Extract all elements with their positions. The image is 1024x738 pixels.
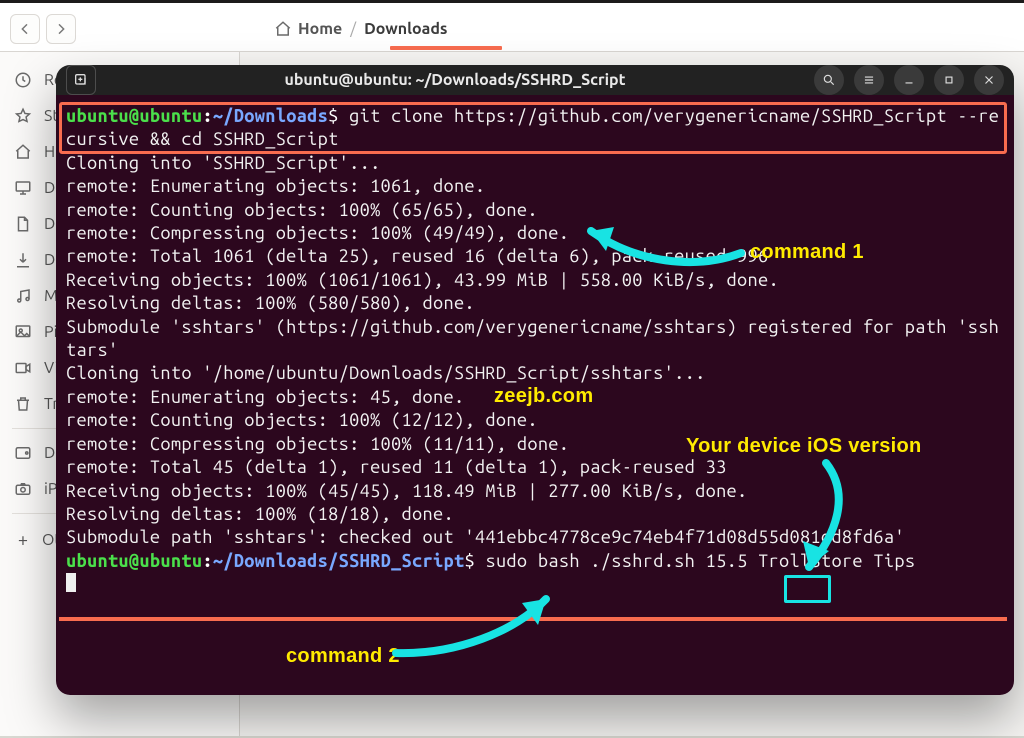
search-icon xyxy=(822,73,836,87)
terminal-output-line: remote: Enumerating objects: 1061, done. xyxy=(66,176,485,196)
terminal-window: ubuntu@ubuntu: ~/Downloads/SSHRD_Script … xyxy=(56,65,1014,695)
maximize-button[interactable] xyxy=(934,65,964,95)
terminal-output-line: remote: Enumerating objects: 45, done. xyxy=(66,387,464,407)
terminal-cursor xyxy=(66,573,76,592)
annotation-label-command2: command 2 xyxy=(286,645,400,668)
search-button[interactable] xyxy=(814,65,844,95)
minimize-button[interactable] xyxy=(894,65,924,95)
annotation-label-command1: command 1 xyxy=(750,241,864,264)
terminal-output-line: remote: Compressing objects: 100% (11/11… xyxy=(66,434,569,454)
terminal-output-line: remote: Total 45 (delta 1), reused 11 (d… xyxy=(66,457,727,477)
breadcrumb-separator: / xyxy=(350,20,356,38)
video-icon xyxy=(14,359,32,377)
new-tab-button[interactable] xyxy=(66,65,96,95)
annotation-arrow-1 xyxy=(556,215,756,285)
terminal-title: ubuntu@ubuntu: ~/Downloads/SSHRD_Script xyxy=(106,71,804,89)
annotation-arrow-2 xyxy=(771,455,901,585)
camera-icon xyxy=(14,480,32,498)
terminal-output-line: remote: Counting objects: 100% (12/12), … xyxy=(66,410,538,430)
breadcrumb-home[interactable]: Home xyxy=(274,20,342,38)
file-icon xyxy=(14,215,32,233)
close-icon xyxy=(982,73,996,87)
trash-icon xyxy=(14,395,32,413)
music-icon xyxy=(14,287,32,305)
download-icon xyxy=(14,251,32,269)
annotation-watermark: zeejb.com xyxy=(494,385,593,408)
annotation-box-command1 xyxy=(59,102,1007,154)
terminal-output-line: Resolving deltas: 100% (18/18), done. xyxy=(66,504,454,524)
menu-button[interactable] xyxy=(854,65,884,95)
terminal-output-line: Submodule 'sshtars' (https://github.com/… xyxy=(66,317,999,360)
new-tab-icon xyxy=(73,72,89,88)
prompt-path: ~/Downloads/SSHRD_Script xyxy=(213,551,465,571)
plus-icon: + xyxy=(14,530,32,550)
close-button[interactable] xyxy=(974,65,1004,95)
annotation-arrow-3 xyxy=(386,585,576,665)
clock-icon xyxy=(14,71,32,89)
terminal-output-line: Resolving deltas: 100% (580/580), done. xyxy=(66,293,475,313)
breadcrumb[interactable]: Home / Downloads xyxy=(274,20,447,38)
star-icon xyxy=(14,107,32,125)
annotation-underline xyxy=(390,46,502,50)
files-toolbar: Home / Downloads xyxy=(0,6,1024,52)
prompt-user: ubuntu@ubuntu xyxy=(66,551,202,571)
terminal-output-line: remote: Compressing objects: 100% (49/49… xyxy=(66,223,569,243)
home-icon xyxy=(274,20,292,38)
disk-icon xyxy=(14,444,32,462)
chevron-left-icon xyxy=(17,21,33,37)
desktop-icon xyxy=(14,179,32,197)
terminal-output-line: Receiving objects: 100% (45/45), 118.49 … xyxy=(66,481,748,501)
maximize-icon xyxy=(942,73,956,87)
terminal-body[interactable]: ubuntu@ubuntu:~/Downloads$ git clone htt… xyxy=(56,95,1014,695)
terminal-output-line: Cloning into '/home/ubuntu/Downloads/SSH… xyxy=(66,363,706,383)
image-icon xyxy=(14,323,32,341)
hamburger-icon xyxy=(862,73,876,87)
terminal-output-line: remote: Counting objects: 100% (65/65), … xyxy=(66,200,538,220)
nav-back-button[interactable] xyxy=(10,14,40,44)
chevron-right-icon xyxy=(53,21,69,37)
home-icon xyxy=(14,143,32,161)
nav-forward-button[interactable] xyxy=(46,14,76,44)
terminal-titlebar[interactable]: ubuntu@ubuntu: ~/Downloads/SSHRD_Script xyxy=(56,65,1014,95)
breadcrumb-home-label: Home xyxy=(298,20,342,38)
minimize-icon xyxy=(902,73,916,87)
breadcrumb-downloads[interactable]: Downloads xyxy=(364,20,447,38)
prompt-symbol: $ xyxy=(464,551,475,571)
terminal-output-line: Cloning into 'SSHRD_Script'... xyxy=(66,153,381,173)
